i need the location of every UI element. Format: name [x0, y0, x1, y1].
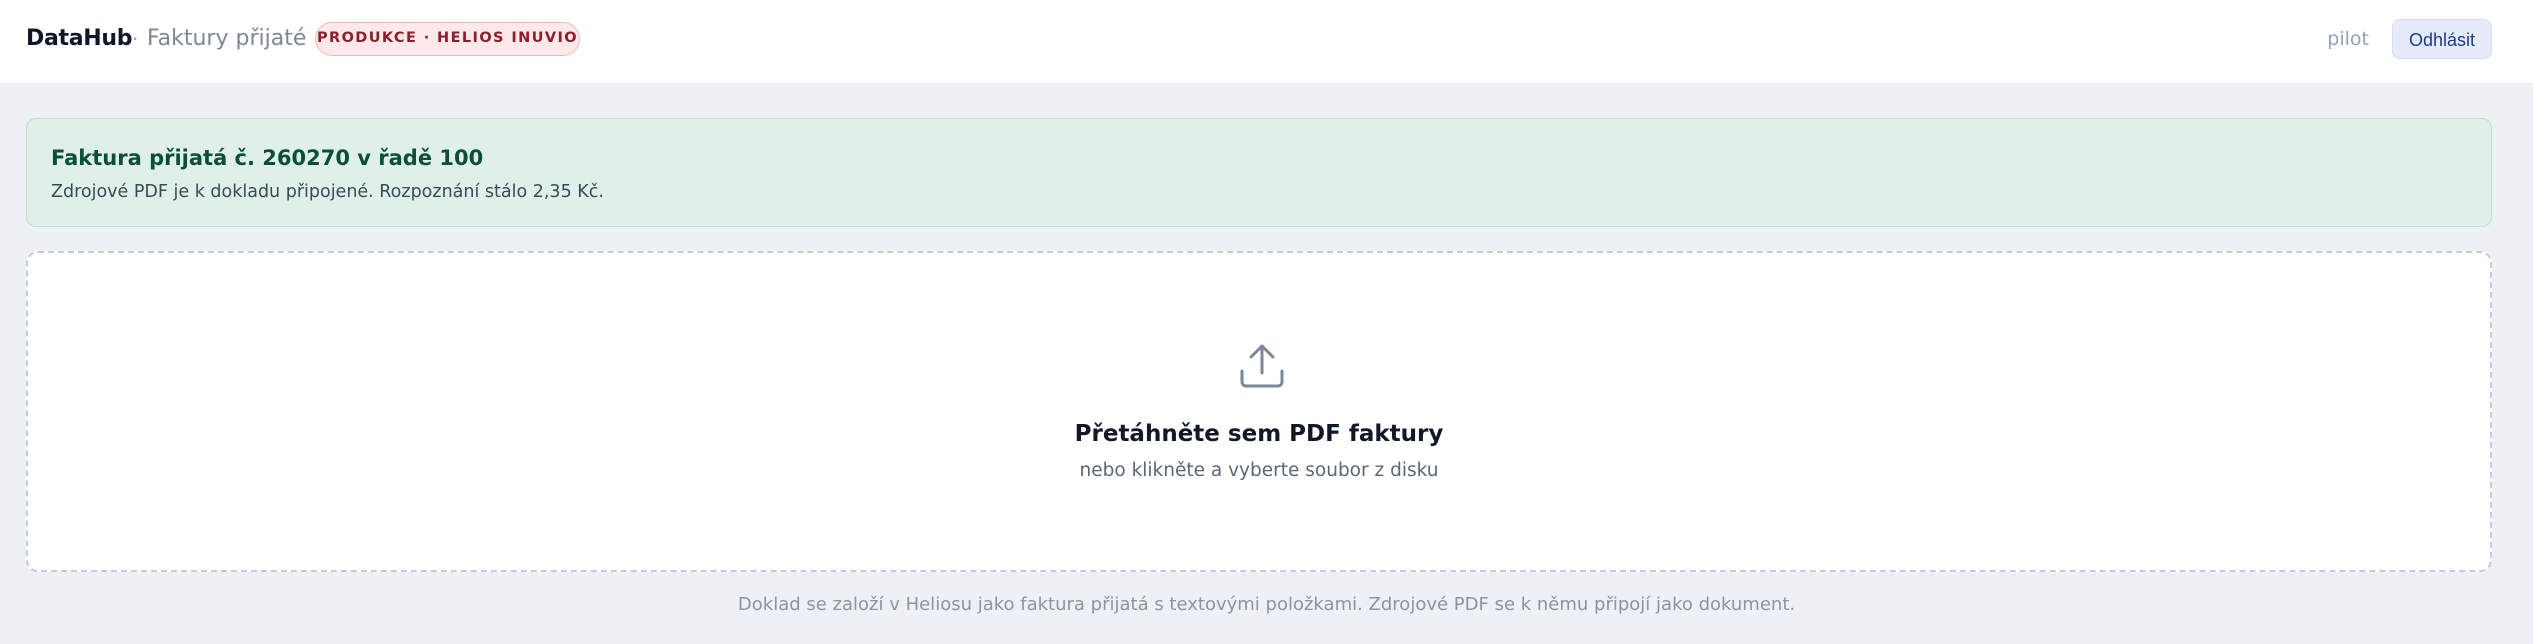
dropzone-title: Přetáhněte sem PDF faktury	[1074, 421, 1444, 447]
footer-note: Doklad se založí v Heliosu jako faktura …	[737, 594, 1796, 615]
top-bar: DataHub · Faktury přijaté PRODUKCE · HEL…	[0, 0, 2533, 84]
upload-icon	[1240, 344, 1284, 388]
dropzone-subtitle: nebo klikněte a vyberte soubor z disku	[1079, 460, 1439, 481]
pdf-dropzone[interactable]: Přetáhněte sem PDF faktury nebo klikněte…	[26, 251, 2492, 572]
current-user: pilot	[2327, 28, 2369, 50]
app-brand[interactable]: DataHub	[26, 24, 133, 54]
alert-text: Zdrojové PDF je k dokladu připojené. Roz…	[51, 182, 604, 202]
logout-button[interactable]: Odhlásit	[2392, 19, 2492, 59]
success-alert: Faktura přijatá č. 260270 v řadě 100 Zdr…	[26, 118, 2492, 227]
title-separator: ·	[132, 27, 139, 51]
page-section-title: Faktury přijaté	[147, 26, 307, 51]
environment-badge: PRODUKCE · HELIOS INUVIO	[315, 22, 580, 56]
alert-title: Faktura přijatá č. 260270 v řadě 100	[51, 146, 484, 170]
